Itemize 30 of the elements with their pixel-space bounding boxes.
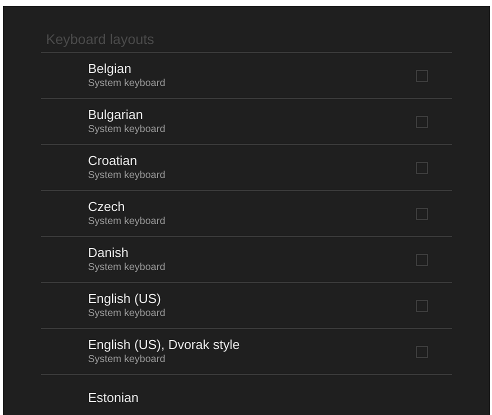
checkbox[interactable] bbox=[416, 300, 428, 312]
checkbox[interactable] bbox=[416, 116, 428, 128]
layout-row[interactable]: Danish System keyboard bbox=[41, 237, 452, 283]
checkbox[interactable] bbox=[416, 208, 428, 220]
layout-name: Estonian bbox=[88, 390, 140, 406]
layout-subtitle: System keyboard bbox=[88, 261, 166, 274]
layout-row[interactable]: Croatian System keyboard bbox=[41, 145, 452, 191]
layout-name: Bulgarian bbox=[88, 107, 144, 123]
layout-subtitle: System keyboard bbox=[88, 169, 166, 182]
layout-row[interactable]: English (US) System keyboard bbox=[41, 283, 452, 329]
layout-row[interactable]: Belgian System keyboard bbox=[41, 53, 452, 99]
layout-subtitle: System keyboard bbox=[88, 353, 166, 366]
layout-subtitle: System keyboard bbox=[88, 215, 166, 228]
layout-row[interactable]: Bulgarian System keyboard bbox=[41, 99, 452, 145]
layout-subtitle: System keyboard bbox=[88, 77, 166, 90]
checkbox[interactable] bbox=[416, 162, 428, 174]
layout-subtitle: System keyboard bbox=[88, 307, 166, 320]
layout-subtitle: System keyboard bbox=[88, 123, 166, 136]
layout-name: English (US), Dvorak style bbox=[88, 337, 241, 353]
layout-name: Croatian bbox=[88, 153, 138, 169]
layout-row[interactable]: English (US), Dvorak style System keyboard bbox=[41, 329, 452, 375]
layout-name: Czech bbox=[88, 199, 126, 215]
checkbox[interactable] bbox=[416, 70, 428, 82]
checkbox[interactable] bbox=[416, 346, 428, 358]
layout-name: Danish bbox=[88, 245, 130, 261]
layout-row[interactable]: Czech System keyboard bbox=[41, 191, 452, 237]
layout-name: Belgian bbox=[88, 61, 132, 77]
layout-row[interactable]: Estonian bbox=[41, 375, 452, 415]
layout-name: English (US) bbox=[88, 291, 162, 307]
checkbox[interactable] bbox=[416, 254, 428, 266]
